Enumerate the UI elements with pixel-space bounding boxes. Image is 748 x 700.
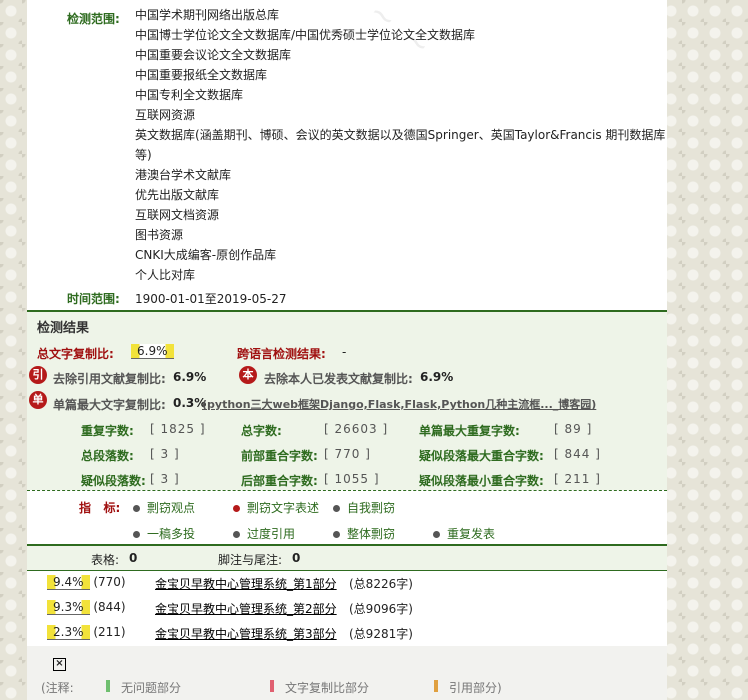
scope-item: 英文数据库(涵盖期刊、博硕、会议的英文数据以及德国Springer、英国Tayl… [135,128,666,142]
stat-value: [ 89 ] [554,422,593,436]
exclude-self-label: 去除本人已发表文献复制比: [264,372,413,386]
part-row: 9.3% (844) [47,600,126,615]
scope-item: 港澳台学术文献库 [135,168,232,182]
scope-item: 中国重要报纸全文数据库 [135,68,268,82]
indicator-item: 过度引用 [233,525,295,542]
scope-item: CNKI大成编客-原创作品库 [135,248,277,262]
scope-item: 中国专利全文数据库 [135,88,244,102]
footnotes-label: 脚注与尾注: [218,553,283,567]
part-count: (844) [93,600,126,614]
scope-item: 等) [135,148,152,162]
scope-item: 中国博士学位论文全文数据库/中国优秀硕士学位论文全文数据库 [135,28,476,42]
legend-swatch-orange [434,678,438,692]
footnotes-value: 0 [292,551,301,565]
stat-label: 疑似段落数: [81,474,146,488]
total-copy-label: 总文字复制比: [37,347,114,361]
result-stats: 总文字复制比: 6.9% 跨语言检测结果: - 引 去除引用文献复制比: 6.9… [27,338,667,490]
legend-footer: × (注释: 无问题部分 文字复制比部分 引用部分) [27,646,667,700]
bullet-icon [333,531,340,538]
self-badge-icon: 本 [239,366,257,384]
time-value: 1900-01-01至2019-05-27 [135,292,287,306]
stat-value: [ 211 ] [554,472,601,486]
single-badge-icon: 单 [29,391,47,409]
scope-label: 检测范围: [67,12,120,26]
cross-lang-value: - [342,345,347,359]
part-count: (211) [93,625,126,639]
single-max-source-link[interactable]: (python三大web框架Django,Flask,Flask,Python几… [202,396,596,412]
cross-lang-label: 跨语言检测结果: [237,347,326,361]
stat-value: [ 770 ] [324,447,371,461]
bullet-icon [133,505,140,512]
result-title: 检测结果 [37,321,90,336]
legend-prefix: (注释: [41,681,74,695]
result-header: 检测结果 [27,310,667,340]
indicator-item: 重复发表 [433,525,495,542]
time-label: 时间范围: [67,292,120,306]
stat-label: 单篇最大重复字数: [419,424,520,438]
legend-item: 无问题部分 [121,681,182,695]
report-page: ~ ~ ~ 检测范围: 中国学术期刊网络出版总库 中国博士学位论文全文数据库/中… [27,0,667,700]
stat-label: 疑似段落最小重合字数: [419,474,544,488]
indicator-item: 一稿多投 [133,525,195,542]
legend-item: 引用部分) [449,681,502,695]
part-pct: 2.3% [47,625,90,640]
stat-value: [ 1055 ] [324,472,380,486]
bullet-icon [433,531,440,538]
part-link[interactable]: 金宝贝早教中心管理系统_第1部分 [155,575,337,592]
part-total: (总9096字) [349,602,413,616]
indicator-item: 整体剽窃 [333,525,395,542]
scope-item: 个人比对库 [135,268,196,282]
scope-item: 优先出版文献库 [135,188,220,202]
stat-label: 后部重合字数: [241,474,318,488]
part-row: 2.3% (211) [47,625,126,640]
tables-label: 表格: [91,553,120,567]
bullet-icon [133,531,140,538]
indicator-item: 剽窃观点 [133,499,195,516]
scope-item: 图书资源 [135,228,184,242]
scope-item: 中国重要会议论文全文数据库 [135,48,292,62]
stat-label: 前部重合字数: [241,449,318,463]
stat-value: [ 3 ] [150,447,180,461]
exclude-cite-label: 去除引用文献复制比: [53,372,166,386]
tables-value: 0 [129,551,138,565]
part-count: (770) [93,575,126,589]
exclude-cite-value: 6.9% [173,370,207,384]
part-total: (总8226字) [349,577,413,591]
stat-label: 重复字数: [81,424,134,438]
part-link[interactable]: 金宝贝早教中心管理系统_第2部分 [155,600,337,617]
scope-item: 互联网文档资源 [135,208,220,222]
legend-swatch-red [270,678,274,692]
scope-item: 中国学术期刊网络出版总库 [135,8,280,22]
exclude-self-value: 6.9% [420,370,454,384]
close-icon[interactable]: × [53,658,66,671]
total-copy-value[interactable]: 6.9% [131,344,174,359]
bullet-icon [233,531,240,538]
scope-list: 中国学术期刊网络出版总库 中国博士学位论文全文数据库/中国优秀硕士学位论文全文数… [135,5,666,285]
stat-label: 总字数: [241,424,282,438]
indicator-item: 剽窃文字表述 [233,499,319,516]
part-link[interactable]: 金宝贝早教中心管理系统_第3部分 [155,625,337,642]
stat-value: [ 3 ] [150,472,180,486]
part-pct: 9.3% [47,600,90,615]
part-row: 9.4% (770) [47,575,126,590]
indicator-item: 自我剽窃 [333,499,395,516]
part-total: (总9281字) [349,627,413,641]
stat-label: 疑似段落最大重合字数: [419,449,544,463]
stat-value: [ 844 ] [554,447,601,461]
bullet-icon [333,505,340,512]
table-footnote-row: 表格: 0 脚注与尾注: 0 [27,544,667,571]
part-pct: 9.4% [47,575,90,590]
cite-badge-icon: 引 [29,366,47,384]
indicator-label: 指 标: [79,501,121,515]
scope-item: 互联网资源 [135,108,196,122]
legend-item: 文字复制比部分 [285,681,370,695]
single-max-label: 单篇最大文字复制比: [53,398,166,412]
legend-swatch-green [106,678,110,692]
bullet-icon [233,505,240,512]
indicator-row: 指 标: 剽窃观点 剽窃文字表述 自我剽窃 一稿多投 过度引用 整体剽窃 重复发… [27,490,667,545]
stat-value: [ 1825 ] [150,422,206,436]
stat-label: 总段落数: [81,449,134,463]
stat-value: [ 26603 ] [324,422,389,436]
